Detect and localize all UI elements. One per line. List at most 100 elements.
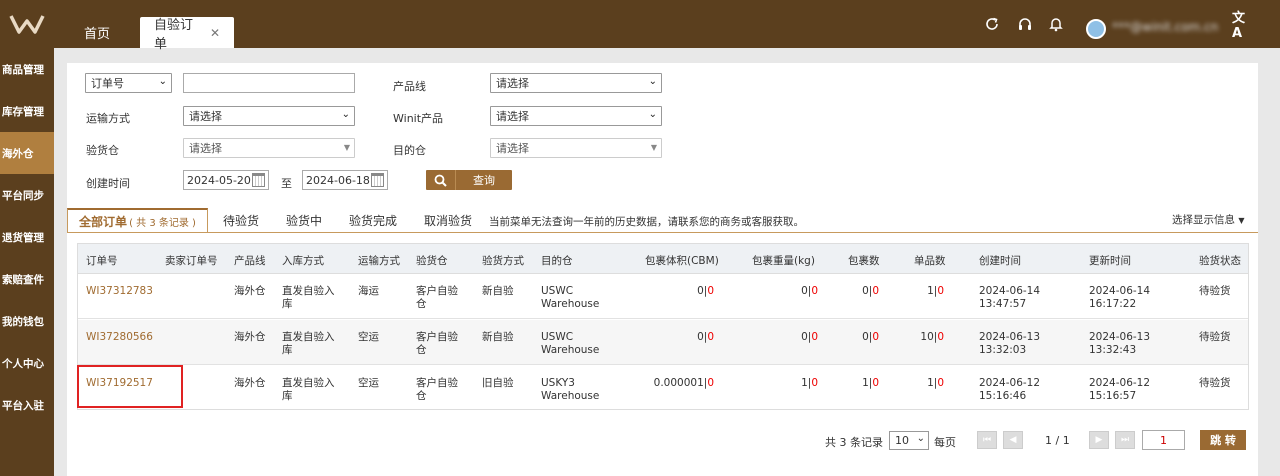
col-inspection-warehouse[interactable]: 验货仓 xyxy=(416,253,448,268)
col-destination[interactable]: 目的仓 xyxy=(541,253,573,268)
product-line: 海外仓 xyxy=(234,331,266,343)
updated-time: 2024-06-13 13:32:43 xyxy=(1089,331,1151,356)
highlight-box xyxy=(77,365,183,408)
col-created-time[interactable]: 创建时间 xyxy=(979,253,1021,268)
sidebar-item-label: 我的钱包 xyxy=(2,315,44,328)
tab-pending-inspection[interactable]: 待验货 xyxy=(215,208,267,233)
order-type-value: 订单号 xyxy=(91,77,124,90)
sidebar-item-platform-join[interactable]: 平台入驻 xyxy=(0,384,54,426)
date-from-value: 2024-05-20 xyxy=(187,173,251,187)
product-line-select[interactable]: 请选择 ⌄ xyxy=(490,73,662,93)
history-notice: 当前菜单无法查询一年前的历史数据，请联系您的商务或客服获取。 xyxy=(489,216,804,228)
page-info: 1 / 1 xyxy=(1045,434,1070,447)
inspection-warehouse: 客户自验仓 xyxy=(416,285,458,310)
close-icon[interactable]: ✕ xyxy=(210,26,220,40)
headset-icon[interactable] xyxy=(1015,14,1035,34)
tab-self-inspection-orders[interactable]: 自验订单 ✕ xyxy=(140,17,234,52)
sidebar-item-overseas-warehouse[interactable]: 海外仓 xyxy=(0,132,54,174)
display-info-dropdown[interactable]: 选择显示信息 ▼ xyxy=(1172,212,1245,227)
sidebar-item-returns[interactable]: 退货管理 xyxy=(0,216,54,258)
winit-product-select[interactable]: 请选择 ⌄ xyxy=(490,106,662,126)
sidebar: 商品管理 库存管理 海外仓 平台同步 退货管理 索赔查件 我的钱包 个人中心 平… xyxy=(0,48,54,476)
bell-icon[interactable] xyxy=(1046,14,1066,34)
shipping-select[interactable]: 请选择 ⌄ xyxy=(183,106,355,126)
destination-select[interactable]: 请选择 ▼ xyxy=(490,138,662,158)
col-inspection-method[interactable]: 验货方式 xyxy=(482,253,524,268)
weight: 0|0 xyxy=(801,285,818,297)
updated-time: 2024-06-12 15:16:57 xyxy=(1089,377,1151,402)
avatar[interactable] xyxy=(1086,19,1106,39)
per-page-label: 每页 xyxy=(934,436,956,449)
translate-icon[interactable]: 文A xyxy=(1232,11,1252,41)
weight: 0|0 xyxy=(801,331,818,343)
jump-page-input[interactable]: 1 xyxy=(1142,430,1185,450)
inspection-method: 旧自验 xyxy=(482,377,514,389)
col-shipping-method[interactable]: 运输方式 xyxy=(358,253,400,268)
inbound-method: 直发自验入库 xyxy=(282,285,335,310)
tab-inspection-cancelled[interactable]: 取消验货 xyxy=(416,208,480,233)
tab-label: 验货中 xyxy=(285,214,322,228)
chevron-down-icon: ⌄ xyxy=(341,109,350,120)
last-page-icon[interactable]: ⏭ xyxy=(1115,431,1135,449)
shipping-method: 空运 xyxy=(358,331,379,343)
sidebar-item-inventory[interactable]: 库存管理 xyxy=(0,90,54,132)
next-page-icon[interactable]: ▶ xyxy=(1089,431,1109,449)
winit-product-label: Winit产品 xyxy=(393,112,444,125)
orders-table: 订单号 卖家订单号 产品线 入库方式 运输方式 验货仓 验货方式 目的仓 包裹体… xyxy=(77,243,1249,410)
col-weight[interactable]: 包裹重量(kg) xyxy=(752,253,815,268)
order-no-link[interactable]: WI37312783 xyxy=(86,285,153,298)
warehouse-select[interactable]: 请选择 ▼ xyxy=(183,138,355,158)
chevron-down-icon: ⌄ xyxy=(158,76,167,87)
col-seller-order-no[interactable]: 卖家订单号 xyxy=(165,253,218,268)
order-type-select[interactable]: 订单号 ⌄ xyxy=(85,73,172,93)
sidebar-item-claims[interactable]: 索赔查件 xyxy=(0,258,54,300)
refresh-icon[interactable] xyxy=(982,14,1002,34)
col-inspection-status[interactable]: 验货状态 xyxy=(1199,253,1241,268)
items: 1|0 xyxy=(927,285,944,297)
col-order-no[interactable]: 订单号 xyxy=(86,253,118,268)
weight: 1|0 xyxy=(801,377,818,389)
date-from-input[interactable]: 2024-05-20 xyxy=(183,170,269,190)
prev-page-icon[interactable]: ◀ xyxy=(1003,431,1023,449)
jump-button[interactable]: 跳 转 xyxy=(1200,430,1246,450)
top-bar: 首页 自验订单 ✕ ***@winit.com.cn 文A xyxy=(0,0,1280,52)
search-button[interactable]: 查询 xyxy=(426,170,512,190)
sidebar-item-label: 索赔查件 xyxy=(2,273,44,286)
sidebar-item-platform-sync[interactable]: 平台同步 xyxy=(0,174,54,216)
order-no-link[interactable]: WI37280566 xyxy=(86,331,153,344)
col-volume[interactable]: 包裹体积(CBM) xyxy=(645,253,719,268)
inspection-warehouse: 客户自验仓 xyxy=(416,377,458,402)
tab-inspecting[interactable]: 验货中 xyxy=(278,208,330,233)
col-product-line[interactable]: 产品线 xyxy=(234,253,266,268)
col-inbound-method[interactable]: 入库方式 xyxy=(282,253,324,268)
tab-home[interactable]: 首页 xyxy=(70,17,124,48)
calendar-icon[interactable] xyxy=(371,173,384,187)
table-header: 订单号 卖家订单号 产品线 入库方式 运输方式 验货仓 验货方式 目的仓 包裹体… xyxy=(78,244,1248,274)
calendar-icon[interactable] xyxy=(252,173,265,187)
order-no-input[interactable] xyxy=(183,73,355,93)
sidebar-item-product[interactable]: 商品管理 xyxy=(0,48,54,90)
col-updated-time[interactable]: 更新时间 xyxy=(1089,253,1131,268)
date-to-input[interactable]: 2024-06-18 xyxy=(302,170,388,190)
logo-icon[interactable] xyxy=(0,0,54,48)
col-items[interactable]: 单品数 xyxy=(914,253,946,268)
first-page-icon[interactable]: ⏮ xyxy=(977,431,997,449)
tab-all-orders[interactable]: 全部订单( 共 3 条记录 ) xyxy=(67,208,208,233)
items: 1|0 xyxy=(927,377,944,389)
sidebar-item-profile[interactable]: 个人中心 xyxy=(0,342,54,384)
packages: 1|0 xyxy=(862,377,879,389)
created-time: 2024-06-14 13:47:57 xyxy=(979,285,1041,310)
caret-down-icon: ▼ xyxy=(343,143,350,152)
tab-all-label: 全部订单 xyxy=(79,215,128,229)
created-time-label: 创建时间 xyxy=(86,177,130,190)
user-email[interactable]: ***@winit.com.cn xyxy=(1112,20,1228,36)
page-size-select[interactable]: 10 ⌄ xyxy=(889,431,929,450)
tab-inspection-done[interactable]: 验货完成 xyxy=(341,208,405,233)
shipping-method: 海运 xyxy=(358,285,379,297)
caret-down-icon: ▼ xyxy=(650,143,657,152)
destination: USWC Warehouse xyxy=(541,331,600,356)
col-packages[interactable]: 包裹数 xyxy=(848,253,880,268)
sidebar-item-wallet[interactable]: 我的钱包 xyxy=(0,300,54,342)
chevron-down-icon: ⌄ xyxy=(648,109,657,120)
created-time: 2024-06-13 13:32:03 xyxy=(979,331,1041,356)
